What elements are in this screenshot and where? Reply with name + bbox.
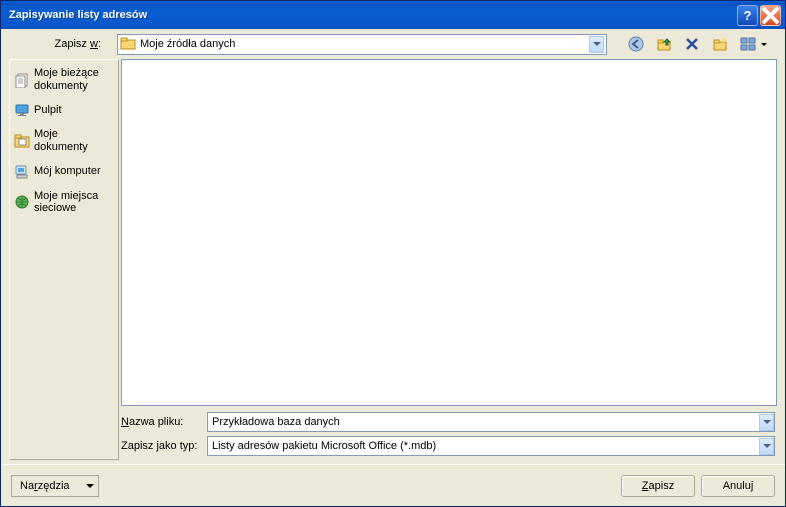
toolbar <box>625 33 769 55</box>
help-button[interactable]: ? <box>737 5 758 26</box>
place-network[interactable]: Moje miejsca sieciowe <box>12 186 116 219</box>
my-computer-icon <box>14 164 30 180</box>
topbar: Zapisz w: Moje źródła danych <box>1 29 785 59</box>
location-dropdown-arrow[interactable] <box>589 36 604 53</box>
body-area: Moje bieżące dokumenty Pulpit Moje dokum… <box>1 59 785 464</box>
save-in-label: Zapisz w: <box>9 38 109 50</box>
place-recent[interactable]: Moje bieżące dokumenty <box>12 63 116 96</box>
new-folder-button[interactable] <box>709 33 731 55</box>
desktop-icon <box>14 102 30 118</box>
recent-documents-icon <box>14 72 30 88</box>
back-button[interactable] <box>625 33 647 55</box>
folder-icon <box>120 36 136 52</box>
footer: Narzędzia Zapisz Anuluj <box>1 464 785 506</box>
filename-dropdown-arrow[interactable] <box>759 414 774 431</box>
up-one-level-button[interactable] <box>653 33 675 55</box>
close-button[interactable] <box>760 5 781 26</box>
save-dialog: Zapisywanie listy adresów ? Zapisz w: Mo… <box>0 0 786 507</box>
tools-button[interactable]: Narzędzia <box>11 475 99 497</box>
filename-input[interactable]: Przykładowa baza danych <box>207 412 775 432</box>
views-button[interactable] <box>737 33 769 55</box>
file-list[interactable] <box>121 59 777 406</box>
location-text: Moje źródła danych <box>140 38 589 50</box>
views-dropdown-arrow[interactable] <box>759 33 769 55</box>
filetype-label: Zapisz jako typ: <box>121 440 203 452</box>
main-column: Nazwa pliku: Przykładowa baza danych Zap… <box>121 59 777 460</box>
titlebar[interactable]: Zapisywanie listy adresów ? <box>1 1 785 29</box>
location-combo[interactable]: Moje źródła danych <box>117 34 607 55</box>
window-title: Zapisywanie listy adresów <box>9 9 737 21</box>
save-button[interactable]: Zapisz <box>621 475 695 497</box>
delete-button[interactable] <box>681 33 703 55</box>
bottom-fields: Nazwa pliku: Przykładowa baza danych Zap… <box>121 412 777 460</box>
places-bar: Moje bieżące dokumenty Pulpit Moje dokum… <box>9 59 119 460</box>
place-mydocs[interactable]: Moje dokumenty <box>12 124 116 157</box>
place-desktop[interactable]: Pulpit <box>12 98 116 122</box>
filename-label: Nazwa pliku: <box>121 416 203 428</box>
network-places-icon <box>14 194 30 210</box>
my-documents-icon <box>14 133 30 149</box>
filetype-combo[interactable]: Listy adresów pakietu Microsoft Office (… <box>207 436 775 456</box>
place-mycomp[interactable]: Mój komputer <box>12 160 116 184</box>
filetype-dropdown-arrow[interactable] <box>759 438 774 455</box>
cancel-button[interactable]: Anuluj <box>701 475 775 497</box>
